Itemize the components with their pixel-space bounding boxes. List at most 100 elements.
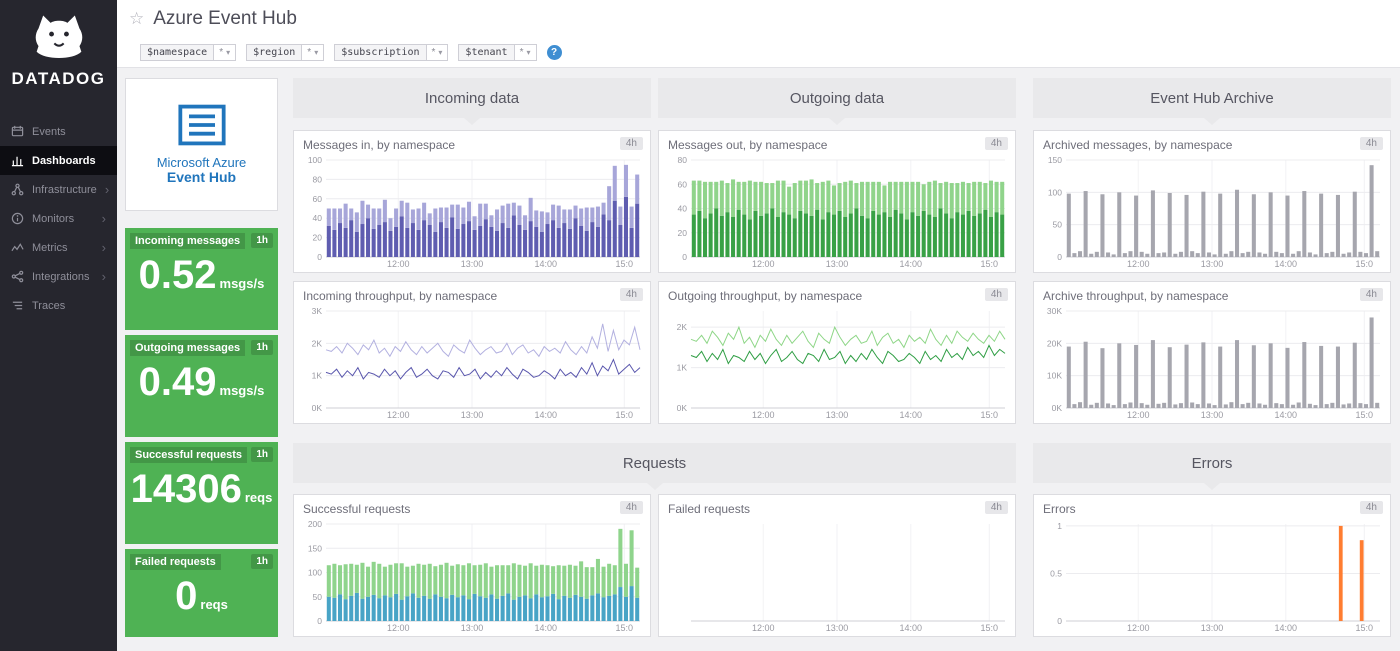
template-var-namespace[interactable]: $namespace * ▾ — [140, 44, 237, 61]
sidebar-item-events[interactable]: Events — [0, 117, 117, 146]
caret-down-icon: ▾ — [314, 48, 319, 57]
timeframe-badge[interactable]: 1h — [251, 447, 273, 462]
svg-text:12:00: 12:00 — [387, 259, 410, 269]
chart-card-errors: Errors 4h 12:00 13:00 14:00 15:0 0 0.5 1 — [1033, 494, 1391, 637]
group-header-errors[interactable]: Errors — [1033, 443, 1391, 490]
svg-text:10K: 10K — [1047, 371, 1062, 381]
datadog-dashboard-app: DATADOG Events Dashboards Infrastructure… — [0, 0, 1400, 651]
chart-title: Archived messages, by namespace — [1043, 138, 1233, 152]
svg-text:0: 0 — [682, 252, 687, 262]
archive-throughput-plot[interactable]: 12:00 13:00 14:00 15:0 0K 10K 20K 30K — [1039, 307, 1385, 420]
datadog-dog-logo-icon — [35, 15, 82, 59]
messages-out-plot[interactable]: 12:00 13:00 14:00 15:0 0 20 40 60 80 — [664, 156, 1010, 269]
page-title: Azure Event Hub — [153, 8, 297, 29]
sidebar-item-integrations[interactable]: Integrations › — [0, 262, 117, 291]
svg-text:14:00: 14:00 — [900, 259, 923, 269]
timeframe-badge[interactable]: 1h — [251, 340, 273, 355]
template-var-value[interactable]: * ▾ — [302, 44, 325, 61]
chart-card-outgoing-throughput: Outgoing throughput, by namespace 4h 12:… — [658, 281, 1016, 424]
timeframe-badge[interactable]: 4h — [984, 501, 1008, 514]
chart-title: Incoming throughput, by namespace — [303, 289, 498, 303]
timeframe-badge[interactable]: 1h — [251, 233, 273, 248]
star-icon[interactable]: ☆ — [129, 9, 144, 29]
monitors-icon — [11, 212, 24, 225]
group-title: Errors — [1191, 454, 1233, 472]
template-var-subscription[interactable]: $subscription * ▾ — [334, 44, 449, 61]
metrics-icon — [11, 243, 24, 252]
chart-card-messages-out: Messages out, by namespace 4h 12:00 13:00… — [658, 130, 1016, 273]
chart-card-successful-requests: Successful requests 4h 12:00 13:00 14:00 15… — [293, 494, 651, 637]
timeframe-badge[interactable]: 4h — [619, 501, 643, 514]
svg-text:13:00: 13:00 — [826, 623, 849, 633]
svg-text:13:00: 13:00 — [461, 410, 484, 420]
svg-text:14:00: 14:00 — [535, 259, 558, 269]
timeframe-badge[interactable]: 4h — [984, 288, 1008, 301]
traces-icon — [12, 301, 23, 310]
timeframe-badge[interactable]: 4h — [619, 137, 643, 150]
chart-card-incoming-throughput: Incoming throughput, by namespace 4h 12:… — [293, 281, 651, 424]
svg-text:15:0: 15:0 — [1356, 259, 1374, 269]
outgoing-throughput-plot[interactable]: 12:00 13:00 14:00 15:0 0K 1K 2K — [664, 307, 1010, 420]
timeframe-badge[interactable]: 4h — [1359, 501, 1383, 514]
group-header-event-hub-archive[interactable]: Event Hub Archive — [1033, 78, 1391, 125]
sidebar-item-infrastructure[interactable]: Infrastructure › — [0, 175, 117, 204]
template-var-tenant[interactable]: $tenant * ▾ — [458, 44, 537, 61]
svg-text:14:00: 14:00 — [900, 623, 923, 633]
svg-text:13:00: 13:00 — [1201, 623, 1224, 633]
template-var-value[interactable]: * ▾ — [214, 44, 237, 61]
incoming-throughput-plot[interactable]: 12:00 13:00 14:00 15:0 0K 1K 2K 3K — [299, 307, 645, 420]
metric-unit: reqs — [244, 490, 273, 505]
template-var-value[interactable]: * ▾ — [514, 44, 537, 61]
timeframe-badge[interactable]: 4h — [1359, 288, 1383, 301]
template-var-selected: * — [519, 47, 524, 58]
svg-text:20K: 20K — [1047, 338, 1062, 348]
failed-requests-plot[interactable]: 12:00 13:00 14:00 15:0 — [664, 520, 1010, 633]
group-header-outgoing-data[interactable]: Outgoing data — [658, 78, 1016, 125]
timeframe-badge[interactable]: 4h — [619, 288, 643, 301]
svg-text:15:0: 15:0 — [1356, 410, 1374, 420]
template-var-selected: * — [219, 47, 224, 58]
svg-text:13:00: 13:00 — [461, 259, 484, 269]
svg-text:60: 60 — [678, 179, 688, 189]
sidebar-item-dashboards[interactable]: Dashboards — [0, 146, 117, 175]
sidebar-item-traces[interactable]: Traces — [0, 291, 117, 320]
group-header-requests[interactable]: Requests — [293, 443, 1016, 490]
chart-title: Outgoing throughput, by namespace — [668, 289, 863, 303]
errors-plot[interactable]: 12:00 13:00 14:00 15:0 0 0.5 1 — [1039, 520, 1385, 633]
sidebar-item-label: Metrics — [32, 241, 68, 254]
svg-text:14:00: 14:00 — [1275, 623, 1298, 633]
archived-messages-plot[interactable]: 12:00 13:00 14:00 15:0 0 50 100 150 — [1039, 156, 1385, 269]
svg-text:0: 0 — [1057, 252, 1062, 262]
help-icon[interactable]: ? — [546, 45, 562, 60]
svg-text:2K: 2K — [677, 322, 688, 332]
infrastructure-icon — [11, 183, 24, 196]
logo-block[interactable]: DATADOG — [0, 0, 117, 99]
chevron-right-icon: › — [101, 211, 106, 226]
svg-text:40: 40 — [678, 204, 688, 214]
svg-text:0K: 0K — [1052, 403, 1063, 413]
svg-text:15:0: 15:0 — [981, 623, 999, 633]
template-var-name: $tenant — [458, 44, 515, 61]
successful-requests-plot[interactable]: 12:00 13:00 14:00 15:0 0 50 100 150 200 — [299, 520, 645, 633]
group-header-incoming-data[interactable]: Incoming data — [293, 78, 651, 125]
svg-text:1K: 1K — [677, 363, 688, 373]
group-title: Requests — [622, 454, 687, 472]
timeframe-badge[interactable]: 4h — [984, 137, 1008, 150]
svg-text:1K: 1K — [312, 371, 323, 381]
messages-in-plot[interactable]: 12:00 13:00 14:00 15:0 0 20 40 60 80 100 — [299, 156, 645, 269]
timeframe-badge[interactable]: 1h — [251, 554, 273, 569]
svg-text:13:00: 13:00 — [826, 410, 849, 420]
metric-unit: msgs/s — [219, 276, 265, 291]
sidebar-item-metrics[interactable]: Metrics › — [0, 233, 117, 262]
query-value-failed-requests: Failed requests 1h 0 reqs — [125, 549, 278, 637]
chart-title: Messages out, by namespace — [668, 138, 828, 152]
template-var-region[interactable]: $region * ▾ — [246, 44, 325, 61]
metric-title: Incoming messages — [130, 233, 246, 249]
svg-text:0K: 0K — [312, 403, 323, 413]
sidebar-item-monitors[interactable]: Monitors › — [0, 204, 117, 233]
query-value-outgoing-messages: Outgoing messages 1h 0.49 msgs/s — [125, 335, 278, 437]
template-var-value[interactable]: * ▾ — [426, 44, 449, 61]
sidebar-item-label: Traces — [32, 299, 66, 312]
timeframe-badge[interactable]: 4h — [1359, 137, 1383, 150]
svg-text:12:00: 12:00 — [387, 410, 410, 420]
